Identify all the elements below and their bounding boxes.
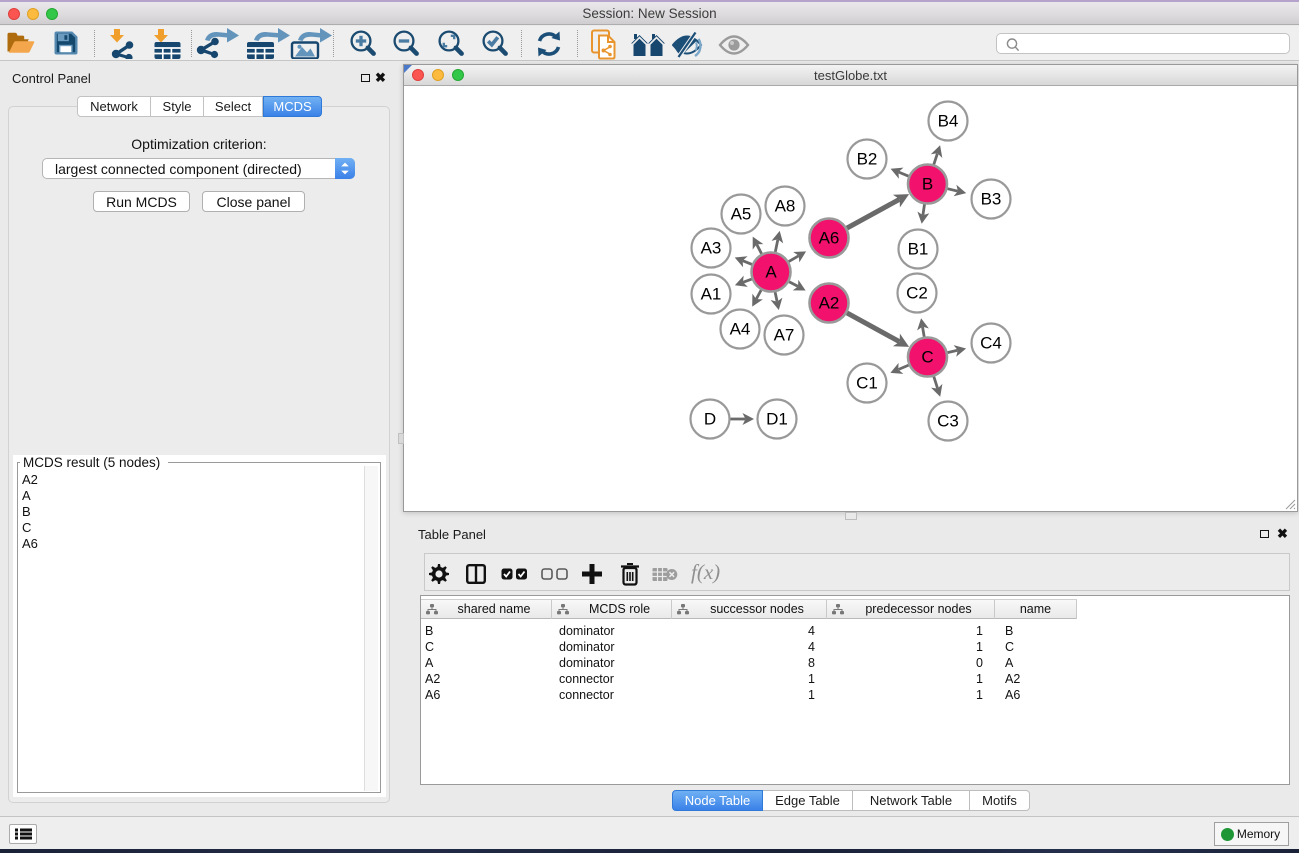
svg-text:A5: A5 — [731, 204, 752, 223]
svg-text:A2: A2 — [819, 293, 840, 312]
svg-text:C4: C4 — [980, 333, 1002, 352]
svg-text:B2: B2 — [857, 149, 878, 168]
svg-text:B1: B1 — [908, 239, 929, 258]
svg-text:B: B — [922, 174, 933, 193]
svg-text:A6: A6 — [819, 228, 840, 247]
svg-text:C2: C2 — [906, 283, 928, 302]
svg-text:C: C — [921, 347, 933, 366]
svg-text:A: A — [765, 262, 777, 281]
svg-text:B4: B4 — [938, 111, 959, 130]
svg-text:A1: A1 — [701, 284, 722, 303]
svg-text:B3: B3 — [981, 189, 1002, 208]
svg-text:A3: A3 — [701, 238, 722, 257]
svg-text:A4: A4 — [730, 319, 751, 338]
svg-text:A7: A7 — [774, 325, 795, 344]
svg-text:C1: C1 — [856, 373, 878, 392]
svg-text:D: D — [704, 409, 716, 428]
svg-text:D1: D1 — [766, 409, 788, 428]
svg-text:A8: A8 — [775, 196, 796, 215]
svg-text:C3: C3 — [937, 411, 959, 430]
